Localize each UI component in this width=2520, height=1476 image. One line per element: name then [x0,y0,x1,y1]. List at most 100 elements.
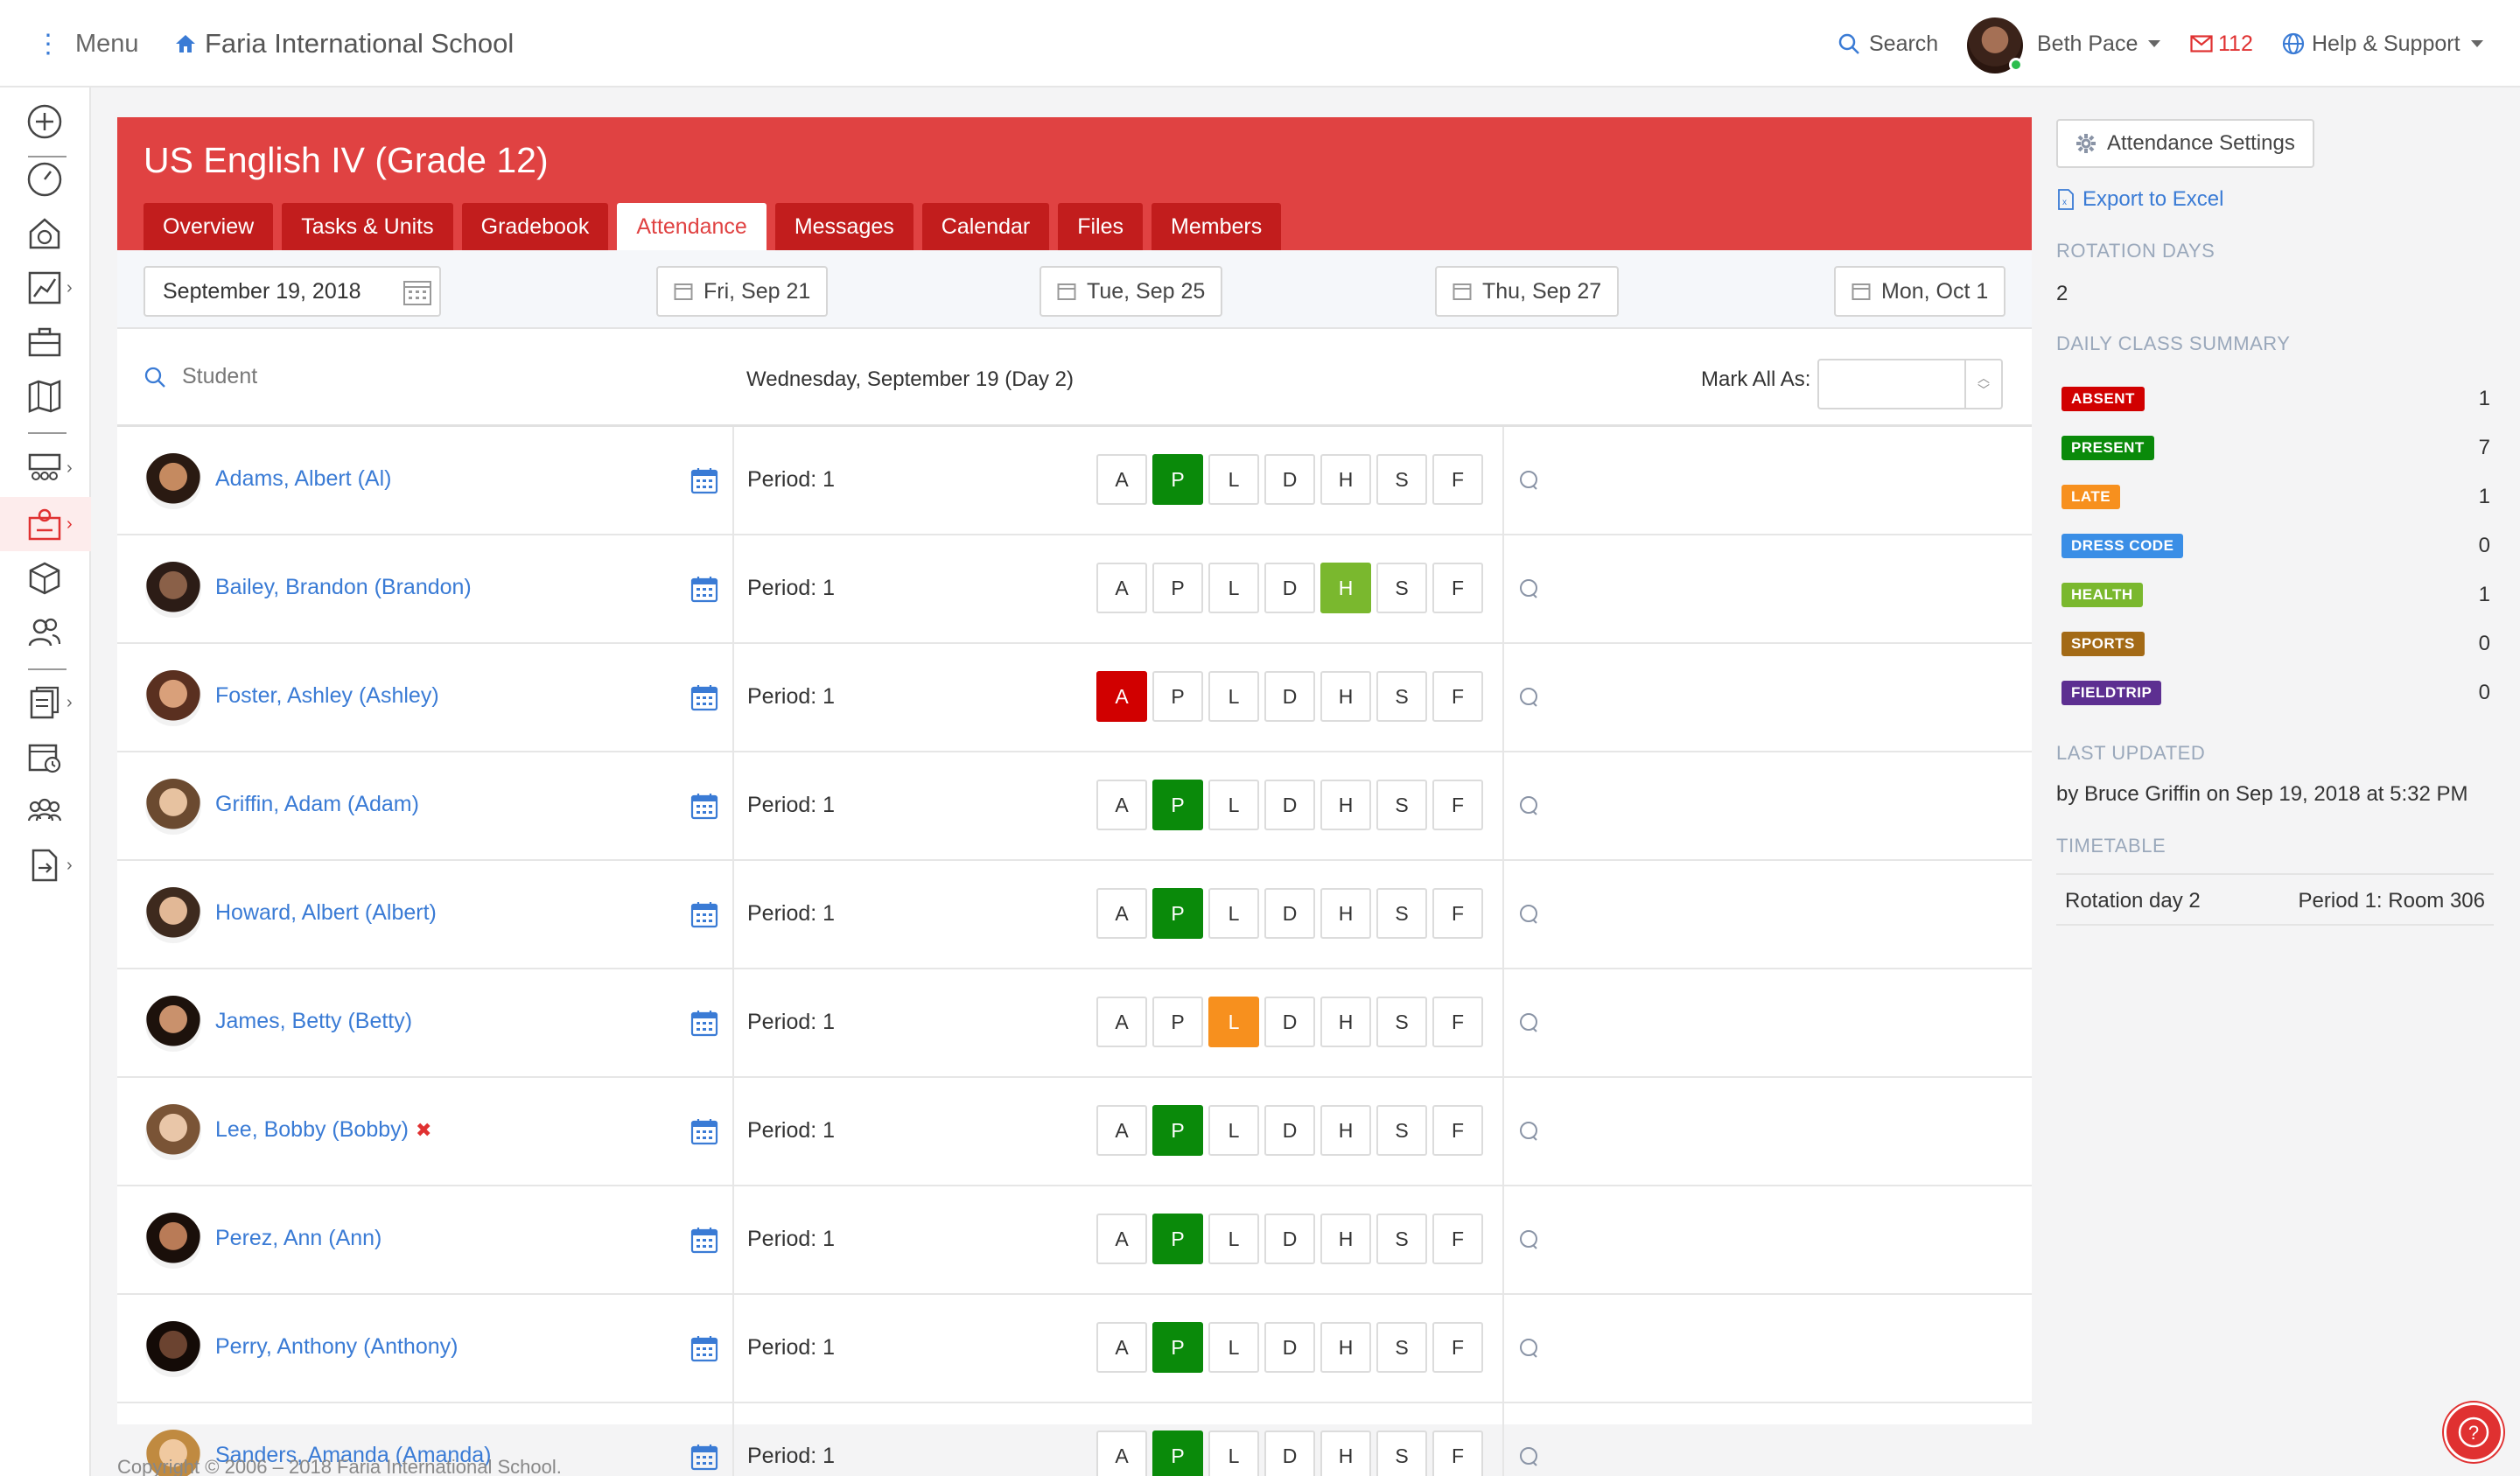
attendance-code-button[interactable]: H [1320,1105,1371,1156]
attendance-code-button[interactable]: F [1432,780,1483,830]
student-name-link[interactable]: Perez, Ann (Ann) [215,1226,388,1251]
sidebar-item-analytics[interactable]: › [0,261,91,315]
attendance-code-button[interactable]: P [1152,1431,1203,1476]
attendance-code-button[interactable]: F [1432,997,1483,1047]
attendance-code-button[interactable]: D [1264,888,1315,939]
quick-date-button[interactable]: Fri, Sep 21 [656,266,829,317]
sidebar-item-resources[interactable] [0,551,91,605]
attendance-code-button[interactable]: A [1096,1214,1147,1264]
attendance-code-button[interactable]: S [1376,1214,1427,1264]
quick-date-button[interactable]: Mon, Oct 1 [1834,266,2006,317]
date-picker-input[interactable]: September 19, 2018 [144,266,441,317]
attendance-code-button[interactable]: H [1320,563,1371,613]
calendar-icon[interactable] [690,900,718,928]
attendance-code-button[interactable]: P [1152,997,1203,1047]
calendar-icon[interactable] [690,466,718,494]
quick-date-button[interactable]: Tue, Sep 25 [1040,266,1223,317]
attendance-code-button[interactable]: H [1320,671,1371,722]
user-menu[interactable]: Beth Pace [2037,26,2161,61]
tab-messages[interactable]: Messages [774,203,914,250]
attendance-settings-button[interactable]: Attendance Settings [2056,119,2314,168]
attendance-code-button[interactable]: H [1320,454,1371,505]
calendar-grid-icon[interactable] [402,278,432,306]
comment-icon[interactable] [1517,1011,1540,1034]
attendance-code-button[interactable]: L [1208,454,1259,505]
attendance-code-button[interactable]: D [1264,563,1315,613]
attendance-code-button[interactable]: P [1152,671,1203,722]
attendance-code-button[interactable]: P [1152,1322,1203,1373]
attendance-code-button[interactable]: L [1208,780,1259,830]
attendance-code-button[interactable]: S [1376,780,1427,830]
student-name-link[interactable]: Adams, Albert (Al) [215,466,398,492]
comment-icon[interactable] [1517,1445,1540,1468]
attendance-code-button[interactable]: D [1264,1431,1315,1476]
user-avatar[interactable] [1967,17,2023,73]
calendar-icon[interactable] [690,575,718,603]
comment-icon[interactable] [1517,1228,1540,1251]
attendance-code-button[interactable]: L [1208,1431,1259,1476]
student-name-link[interactable]: Perry, Anthony (Anthony) [215,1334,465,1360]
attendance-code-button[interactable]: A [1096,454,1147,505]
sidebar-item-reports[interactable]: › [0,675,91,730]
attendance-code-button[interactable]: L [1208,1322,1259,1373]
help-button[interactable]: ? [2444,1403,2503,1462]
attendance-code-button[interactable]: A [1096,1105,1147,1156]
attendance-code-button[interactable]: S [1376,997,1427,1047]
attendance-code-button[interactable]: P [1152,780,1203,830]
attendance-code-button[interactable]: S [1376,1322,1427,1373]
attendance-code-button[interactable]: P [1152,454,1203,505]
attendance-code-button[interactable]: D [1264,454,1315,505]
mark-all-select[interactable]: ︿ ﹀ [1817,359,2003,409]
sidebar-item-home[interactable] [0,206,91,261]
calendar-icon[interactable] [690,1009,718,1037]
attendance-code-button[interactable]: F [1432,671,1483,722]
student-name-link[interactable]: Foster, Ashley (Ashley) [215,683,446,709]
attendance-code-button[interactable]: F [1432,888,1483,939]
attendance-code-button[interactable]: A [1096,563,1147,613]
attendance-code-button[interactable]: F [1432,1322,1483,1373]
help-support-menu[interactable]: Help & Support [2282,26,2483,61]
sidebar-item-schedule[interactable] [0,730,91,784]
comment-icon[interactable] [1517,1120,1540,1143]
comment-icon[interactable] [1517,794,1540,817]
attendance-code-button[interactable]: S [1376,1105,1427,1156]
tab-tasks-units[interactable]: Tasks & Units [282,203,453,250]
tab-members[interactable]: Members [1152,203,1282,250]
sidebar-item-people[interactable] [0,605,91,660]
comment-icon[interactable] [1517,686,1540,709]
calendar-icon[interactable] [690,1226,718,1254]
attendance-code-button[interactable]: S [1376,888,1427,939]
attendance-code-button[interactable]: A [1096,1322,1147,1373]
comment-icon[interactable] [1517,469,1540,492]
attendance-code-button[interactable]: P [1152,563,1203,613]
attendance-code-button[interactable]: S [1376,1431,1427,1476]
attendance-code-button[interactable]: D [1264,1214,1315,1264]
calendar-icon[interactable] [690,1117,718,1145]
attendance-code-button[interactable]: D [1264,1105,1315,1156]
attendance-code-button[interactable]: F [1432,1431,1483,1476]
menu-button[interactable]: ⋮ Menu [35,26,139,61]
attendance-code-button[interactable]: F [1432,1214,1483,1264]
sidebar-item-add[interactable] [0,94,91,149]
tab-files[interactable]: Files [1058,203,1144,250]
attendance-code-button[interactable]: S [1376,454,1427,505]
sidebar-item-export[interactable]: › [0,838,91,892]
attendance-code-button[interactable]: L [1208,563,1259,613]
attendance-code-button[interactable]: P [1152,888,1203,939]
tab-attendance[interactable]: Attendance [617,203,766,250]
quick-date-button[interactable]: Thu, Sep 27 [1435,266,1620,317]
export-excel-link[interactable]: x Export to Excel [2058,187,2223,212]
school-home-link[interactable]: Faria International School [175,26,514,61]
spinner-arrows[interactable]: ︿ ﹀ [1964,360,2001,408]
student-search[interactable]: Student [144,364,257,389]
attendance-code-button[interactable]: L [1208,1105,1259,1156]
sidebar-item-dashboard[interactable] [0,152,91,206]
messages-button[interactable]: 112 [2190,26,2253,61]
sidebar-item-community[interactable] [0,784,91,838]
attendance-code-button[interactable]: H [1320,780,1371,830]
sidebar-item-classes[interactable]: › [0,441,91,495]
attendance-code-button[interactable]: H [1320,997,1371,1047]
attendance-code-button[interactable]: L [1208,888,1259,939]
sidebar-item-portfolio[interactable] [0,315,91,369]
attendance-code-button[interactable]: H [1320,888,1371,939]
